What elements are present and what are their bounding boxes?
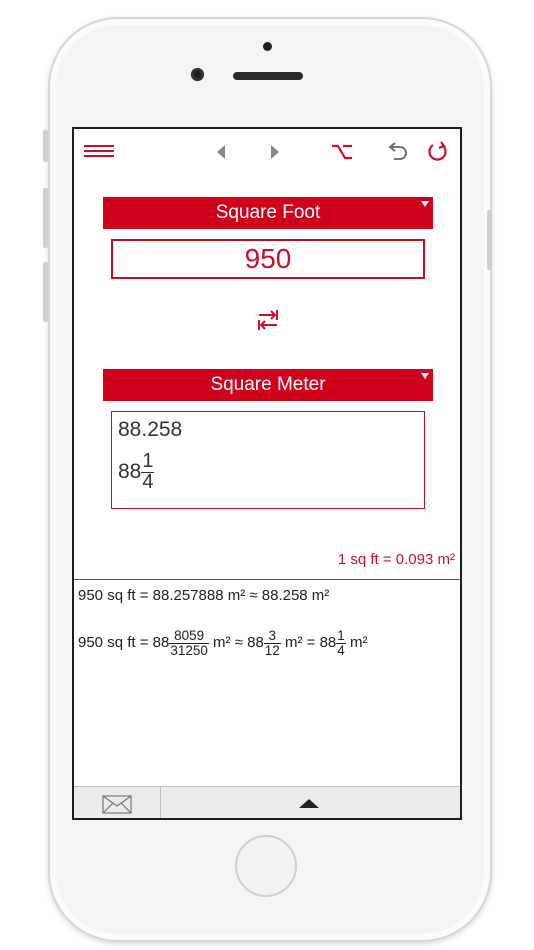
result-whole: 88 bbox=[118, 460, 142, 483]
from-unit-label: Square Foot bbox=[215, 202, 321, 223]
formula-frac-3: 14 bbox=[336, 629, 346, 657]
frac1-denominator: 31250 bbox=[170, 642, 208, 658]
volume-up-button bbox=[43, 188, 48, 248]
formula-mid-2: m² = 88 bbox=[280, 633, 337, 651]
mail-button[interactable] bbox=[74, 787, 161, 818]
power-button bbox=[487, 210, 492, 270]
menu-icon[interactable] bbox=[84, 145, 114, 157]
to-unit-selector[interactable]: Square Meter bbox=[103, 369, 433, 401]
formula-mid-1: m² ≈ 88 bbox=[208, 633, 264, 651]
toolbar bbox=[74, 129, 460, 175]
to-unit-label: Square Meter bbox=[210, 374, 326, 395]
frac2-numerator: 3 bbox=[263, 629, 281, 644]
result-numerator: 1 bbox=[141, 450, 155, 473]
option-key-icon[interactable] bbox=[331, 143, 353, 161]
formula-frac-1: 8059 31250 bbox=[169, 629, 209, 657]
home-button[interactable] bbox=[235, 835, 297, 897]
earpiece-speaker bbox=[233, 72, 303, 80]
frac3-numerator: 1 bbox=[336, 628, 346, 644]
value-input[interactable]: 950 bbox=[111, 239, 425, 279]
frac1-numerator: 8059 bbox=[169, 629, 209, 644]
front-camera bbox=[191, 68, 204, 81]
formula-decimal: 950 sq ft = 88.257888 m² ≈ 88.258 m² bbox=[78, 587, 330, 604]
app-screen: Square Foot 950 Square Meter 88.258 88 1 4… bbox=[72, 127, 462, 820]
formula-tail: m² bbox=[345, 633, 368, 651]
result-decimal: 88.258 bbox=[118, 418, 183, 441]
result-box[interactable]: 88.258 88 1 4 bbox=[111, 411, 425, 509]
reset-icon[interactable] bbox=[427, 141, 449, 163]
forward-arrow-icon[interactable] bbox=[271, 145, 279, 159]
frac2-denominator: 12 bbox=[264, 642, 280, 658]
formula-lhs: 950 sq ft = 88 bbox=[78, 633, 170, 651]
expand-up-icon[interactable] bbox=[299, 799, 319, 808]
result-fraction-part: 14 bbox=[141, 450, 155, 493]
mail-icon bbox=[102, 795, 132, 814]
result-fraction: 88 1 4 bbox=[118, 450, 155, 493]
chevron-down-icon bbox=[421, 201, 429, 207]
proximity-sensor bbox=[263, 42, 272, 51]
undo-icon[interactable] bbox=[386, 142, 408, 162]
mute-switch bbox=[43, 130, 48, 162]
formula-fraction: 950 sq ft = 88 8059 31250 m² ≈ 88 3 12 m² = … bbox=[78, 629, 367, 657]
conversion-factor: 1 sq ft = 0.093 m² bbox=[337, 551, 455, 568]
divider bbox=[74, 579, 460, 580]
from-unit-selector[interactable]: Square Foot bbox=[103, 197, 433, 229]
result-denominator: 4 bbox=[142, 470, 154, 493]
frac3-denominator: 4 bbox=[337, 642, 345, 658]
swap-units-icon[interactable] bbox=[256, 309, 280, 331]
volume-down-button bbox=[43, 262, 48, 322]
formula-frac-2: 3 12 bbox=[263, 629, 281, 658]
chevron-down-icon bbox=[421, 373, 429, 379]
bottom-bar bbox=[74, 786, 460, 818]
back-arrow-icon[interactable] bbox=[217, 145, 225, 159]
